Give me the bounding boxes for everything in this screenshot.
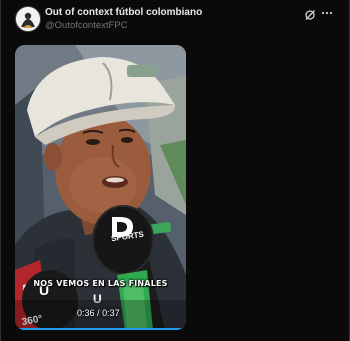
time-separator: / xyxy=(97,308,100,318)
more-icon[interactable] xyxy=(320,6,334,20)
current-time: 0:36 xyxy=(77,308,95,318)
video-caption: NOS VEMOS EN LAS FINALES xyxy=(33,279,168,288)
tweet-card: Out of context fútbol colombiano @Outofc… xyxy=(0,0,350,341)
display-name[interactable]: Out of context fútbol colombiano xyxy=(45,7,202,18)
video-progress-bar[interactable] xyxy=(15,328,186,330)
column-divider-left xyxy=(0,0,1,341)
grok-icon[interactable] xyxy=(304,8,316,20)
video-player[interactable]: U 360° U SPORTS NOS VEMOS EN LAS FINALES… xyxy=(15,45,186,330)
duration: 0:37 xyxy=(102,308,120,318)
user-handle[interactable]: @OutofcontextFPC xyxy=(45,20,128,31)
post-header: Out of context fútbol colombiano @Outofc… xyxy=(0,0,350,40)
avatar[interactable] xyxy=(15,6,41,32)
video-timestamp: 0:36 / 0:37 xyxy=(77,308,120,318)
video-progress-fill xyxy=(15,328,181,330)
